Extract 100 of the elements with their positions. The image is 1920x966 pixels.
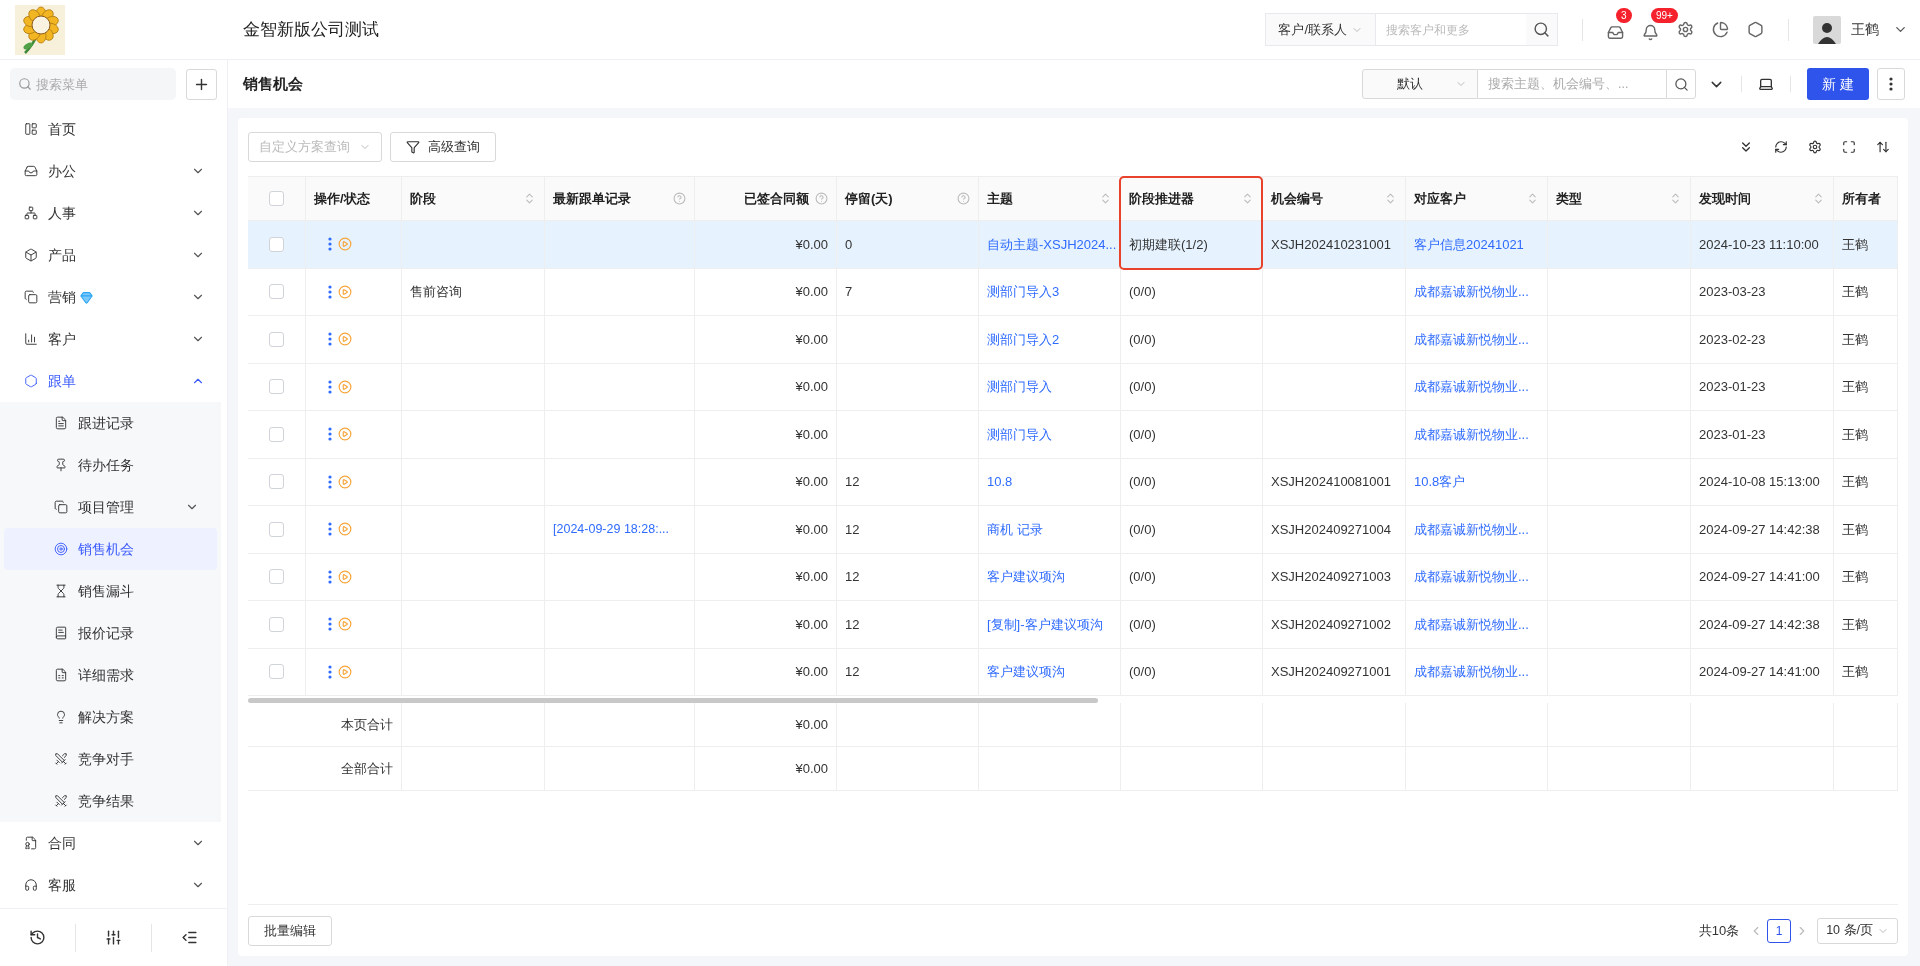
settings-button[interactable] bbox=[1677, 21, 1694, 38]
table-link[interactable]: 成都嘉诚新悦物业... bbox=[1414, 662, 1529, 682]
new-button[interactable]: 新 建 bbox=[1807, 68, 1869, 100]
table-row[interactable]: ¥0.00 12 客户建议项沟 (0/0) XSJH202409271003 成都嘉诚新悦物业... 2024-09-27 14:41:00 王鹤 bbox=[248, 553, 1898, 601]
menu-item[interactable]: 报价记录 bbox=[4, 612, 217, 654]
table-link[interactable]: 成都嘉诚新悦物业... bbox=[1414, 329, 1529, 349]
play-icon[interactable] bbox=[338, 617, 352, 632]
play-icon[interactable] bbox=[338, 474, 352, 489]
add-button[interactable] bbox=[186, 68, 217, 100]
view-select[interactable]: 默认 bbox=[1362, 69, 1479, 99]
table-link[interactable]: 测部门导入 bbox=[987, 424, 1052, 444]
column-header[interactable]: 主题 bbox=[987, 188, 1013, 209]
hexagon-button[interactable] bbox=[1747, 21, 1764, 38]
checkbox[interactable] bbox=[269, 521, 284, 537]
table-row[interactable]: ¥0.00 0 自动主题-XSJH2024... 初期建联(1/2) XSJH202410231001 客户信息20241021 2024-10-23 11:10:00 王鹤 bbox=[248, 221, 1898, 269]
fullscreen-button[interactable] bbox=[1842, 140, 1856, 154]
column-header[interactable]: 阶段 bbox=[410, 188, 436, 209]
table-link[interactable]: 成都嘉诚新悦物业... bbox=[1414, 377, 1529, 397]
menu-item[interactable]: 待办任务 bbox=[4, 444, 217, 486]
table-link[interactable]: 客户建议项沟 bbox=[987, 662, 1065, 682]
table-row[interactable]: ¥0.00 12 客户建议项沟 (0/0) XSJH202409271001 成都嘉诚新悦物业... 2024-09-27 14:41:00 王鹤 bbox=[248, 648, 1898, 696]
menu-item[interactable]: 竞争结果 bbox=[4, 780, 217, 822]
table-link[interactable]: 客户建议项沟 bbox=[987, 567, 1065, 587]
play-icon[interactable] bbox=[338, 664, 352, 679]
table-link[interactable]: 成都嘉诚新悦物业... bbox=[1414, 519, 1529, 539]
play-icon[interactable] bbox=[338, 569, 352, 584]
table-link[interactable]: [复制]-客户建议项沟 bbox=[987, 614, 1103, 634]
play-icon[interactable] bbox=[338, 284, 352, 299]
table-link[interactable]: 成都嘉诚新悦物业... bbox=[1414, 282, 1529, 302]
scope-select[interactable]: 客户/联系人 bbox=[1265, 13, 1376, 46]
play-icon[interactable] bbox=[338, 332, 352, 347]
menu-item[interactable]: 办公 bbox=[0, 150, 227, 192]
checkbox[interactable] bbox=[269, 569, 284, 585]
menu-item[interactable]: 客户 bbox=[0, 318, 227, 360]
sort-icon[interactable] bbox=[523, 192, 536, 205]
menu-item[interactable]: 合同 bbox=[0, 822, 227, 864]
checkbox[interactable] bbox=[269, 379, 284, 395]
column-header[interactable]: 对应客户 bbox=[1414, 188, 1466, 209]
menu-item[interactable]: 详细需求 bbox=[4, 654, 217, 696]
horizontal-scrollbar[interactable] bbox=[248, 698, 1098, 703]
table-row[interactable]: [2024-09-29 18:28:... ¥0.00 12 商机 记录 (0/0) XSJH202409271004 成都嘉诚新悦物业... 2024-09-27 14:42:38 王鹤 bbox=[248, 506, 1898, 554]
table-row[interactable]: ¥0.00 12 [复制]-客户建议项沟 (0/0) XSJH202409271002 成都嘉诚新悦物业... 2024-09-27 14:42:38 王鹤 bbox=[248, 601, 1898, 649]
menu-item[interactable]: 销售漏斗 bbox=[4, 570, 217, 612]
settings-button[interactable] bbox=[1808, 140, 1822, 154]
table-link[interactable]: 10.8客户 bbox=[1414, 472, 1466, 492]
sort-icon[interactable] bbox=[1526, 192, 1539, 205]
table-row[interactable]: ¥0.00 12 10.8 (0/0) XSJH202410081001 10.8客户 2024-10-08 15:13:00 王鹤 bbox=[248, 458, 1898, 506]
checkbox[interactable] bbox=[269, 236, 284, 252]
checkbox[interactable] bbox=[269, 474, 284, 490]
table-link[interactable]: [2024-09-29 18:28:... bbox=[553, 519, 670, 539]
menu-item[interactable]: 解决方案 bbox=[4, 696, 217, 738]
menu-item[interactable]: 竞争对手 bbox=[4, 738, 217, 780]
avatar[interactable] bbox=[1813, 15, 1841, 44]
menu-item[interactable]: 首页 bbox=[0, 108, 227, 150]
search-field[interactable]: 搜索客户和更多 bbox=[1376, 13, 1526, 46]
checkbox[interactable] bbox=[269, 664, 284, 680]
table-link[interactable]: 成都嘉诚新悦物业... bbox=[1414, 424, 1529, 444]
menu-item[interactable]: 跟进记录 bbox=[4, 402, 217, 444]
sort-icon[interactable] bbox=[1241, 192, 1254, 205]
sort-icon[interactable] bbox=[1812, 192, 1825, 205]
help-icon[interactable] bbox=[815, 192, 828, 205]
chart-button[interactable] bbox=[1712, 21, 1729, 38]
row-height-button[interactable] bbox=[1876, 140, 1890, 154]
sort-icon[interactable] bbox=[1384, 192, 1397, 205]
refresh-button[interactable] bbox=[1774, 140, 1788, 154]
table-link[interactable]: 测部门导入2 bbox=[987, 329, 1060, 349]
table-link[interactable]: 测部门导入3 bbox=[987, 282, 1060, 302]
advanced-query-button[interactable]: 高级查询 bbox=[390, 132, 496, 162]
table-row[interactable]: ¥0.00 测部门导入 (0/0) 成都嘉诚新悦物业... 2023-01-23 王鹤 bbox=[248, 363, 1898, 411]
column-header[interactable]: 发现时间 bbox=[1699, 188, 1751, 209]
table-link[interactable]: 成都嘉诚新悦物业... bbox=[1414, 614, 1529, 634]
menu-search-field[interactable]: 搜索菜单 bbox=[10, 68, 176, 100]
checkbox[interactable] bbox=[269, 284, 284, 300]
sort-icon[interactable] bbox=[1669, 192, 1682, 205]
menu-item[interactable]: 销售机会 bbox=[4, 528, 217, 570]
checkbox[interactable] bbox=[269, 426, 284, 442]
table-row[interactable]: ¥0.00 测部门导入 (0/0) 成都嘉诚新悦物业... 2023-01-23 王鹤 bbox=[248, 411, 1898, 459]
page-number[interactable]: 1 bbox=[1767, 918, 1792, 943]
table-row[interactable]: ¥0.00 测部门导入2 (0/0) 成都嘉诚新悦物业... 2023-02-23 王鹤 bbox=[248, 316, 1898, 364]
column-header[interactable]: 阶段推进器 bbox=[1129, 188, 1194, 209]
inbox-button[interactable] bbox=[1607, 24, 1624, 41]
table-link[interactable]: 商机 记录 bbox=[987, 519, 1043, 539]
more-icon[interactable] bbox=[1889, 77, 1893, 91]
checkbox[interactable] bbox=[269, 331, 284, 347]
batch-edit-button[interactable]: 批量编辑 bbox=[248, 915, 332, 946]
menu-item[interactable]: 人事 bbox=[0, 192, 227, 234]
table-link[interactable]: 成都嘉诚新悦物业... bbox=[1414, 567, 1529, 587]
table-link[interactable]: 测部门导入 bbox=[987, 377, 1052, 397]
menu-item[interactable]: 跟单 bbox=[0, 360, 227, 402]
play-icon[interactable] bbox=[338, 237, 352, 252]
play-icon[interactable] bbox=[338, 427, 352, 442]
menu-item[interactable]: 营销 bbox=[0, 276, 227, 318]
checkbox[interactable] bbox=[269, 616, 284, 632]
sort-icon[interactable] bbox=[1099, 192, 1112, 205]
search-button[interactable] bbox=[1666, 69, 1697, 99]
play-icon[interactable] bbox=[338, 379, 352, 394]
notification-button[interactable] bbox=[1642, 24, 1659, 41]
help-icon[interactable] bbox=[957, 192, 970, 205]
table-link[interactable]: 客户信息20241021 bbox=[1414, 234, 1524, 254]
play-icon[interactable] bbox=[338, 522, 352, 537]
